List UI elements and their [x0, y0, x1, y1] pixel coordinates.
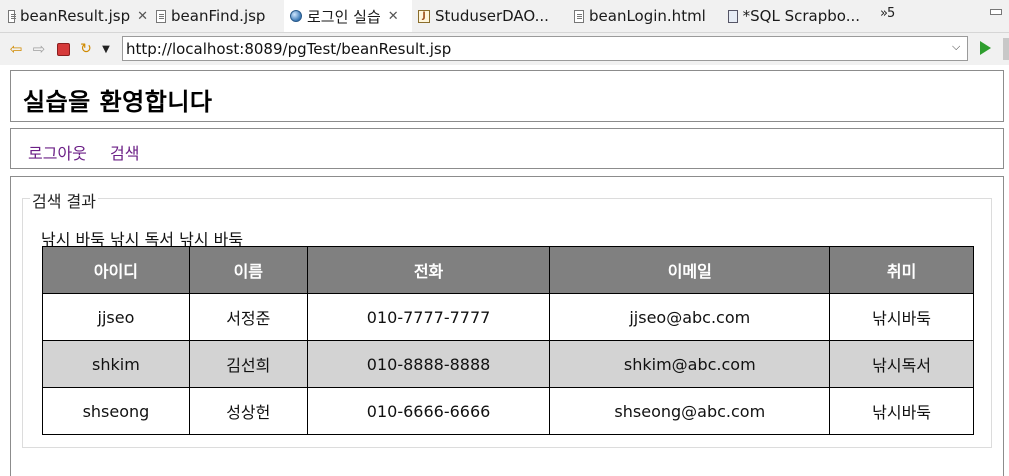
- jsp-file-icon: [156, 9, 166, 23]
- cell-phone: 010-7777-7777: [306, 293, 551, 341]
- tab-beanfind-jsp[interactable]: beanFind.jsp: [156, 0, 278, 32]
- cell-name: 서정준: [188, 293, 308, 341]
- cell-hobby: 낚시독서: [829, 340, 974, 388]
- column-header-email: 이메일: [549, 246, 831, 294]
- sql-scrapbook-icon: [728, 9, 738, 23]
- tab-studuserdao[interactable]: J StuduserDAO...: [418, 0, 558, 32]
- chevron-down-icon[interactable]: ▼: [97, 39, 115, 59]
- cell-id: shseong: [42, 387, 190, 435]
- page-menu: 로그아웃 검색: [10, 128, 1004, 169]
- column-header-phone: 전화: [306, 246, 551, 294]
- browser-toolbar: ⇦ ⇨ ↻ ▼ ⌵: [0, 33, 1009, 65]
- refresh-icon[interactable]: ↻: [77, 39, 95, 59]
- member-table: 아이디 이름 전화 이메일 취미 jjseo 서정준 010-7777-7777…: [42, 246, 974, 435]
- table-row: shkim 김선희 010-8888-8888 shkim@abc.com 낚시…: [42, 340, 974, 388]
- java-file-icon: J: [418, 9, 430, 23]
- close-icon[interactable]: ✕: [388, 9, 399, 24]
- scrollbar[interactable]: [1003, 38, 1009, 60]
- fieldset-legend: 검색 결과: [30, 188, 98, 212]
- column-header-name: 이름: [188, 246, 308, 294]
- cell-hobby: 낚시바둑: [829, 293, 974, 341]
- column-header-hobby: 취미: [829, 246, 974, 294]
- editor-tab-strip: beanResult.jsp ✕ beanFind.jsp 로그인 실습 ✕ J…: [0, 0, 1009, 33]
- cell-hobby: 낚시바둑: [829, 387, 974, 435]
- cell-email: jjseo@abc.com: [549, 293, 831, 341]
- url-input[interactable]: [122, 36, 968, 61]
- tab-label: 로그인 실습: [307, 7, 381, 26]
- cell-email: shkim@abc.com: [549, 340, 831, 388]
- minimize-button[interactable]: [990, 9, 1002, 15]
- column-header-id: 아이디: [42, 246, 190, 294]
- logout-link[interactable]: 로그아웃: [28, 140, 87, 164]
- globe-icon: [290, 10, 302, 22]
- cell-phone: 010-8888-8888: [306, 340, 551, 388]
- table-row: shseong 성상헌 010-6666-6666 shseong@abc.co…: [42, 387, 974, 435]
- url-history-dropdown[interactable]: ⌵: [952, 40, 960, 54]
- search-link[interactable]: 검색: [110, 140, 139, 164]
- html-file-icon: [574, 9, 584, 23]
- tab-label: beanResult.jsp: [20, 7, 131, 25]
- cell-id: jjseo: [42, 293, 190, 341]
- page-title: 실습을 환영합니다: [23, 88, 213, 116]
- go-icon[interactable]: [980, 41, 991, 55]
- tab-overflow-button[interactable]: »5: [880, 6, 895, 21]
- tab-beanlogin-html[interactable]: beanLogin.html: [574, 0, 720, 32]
- cell-id: shkim: [42, 340, 190, 388]
- back-arrow-icon[interactable]: ⇦: [7, 39, 25, 59]
- cell-name: 김선희: [188, 340, 308, 388]
- tab-beanresult-jsp[interactable]: beanResult.jsp ✕: [8, 0, 148, 32]
- close-icon[interactable]: ✕: [137, 9, 148, 24]
- cell-phone: 010-6666-6666: [306, 387, 551, 435]
- page-header: 실습을 환영합니다: [10, 70, 1004, 122]
- tab-label: beanFind.jsp: [171, 7, 266, 25]
- tab-label: StuduserDAO...: [435, 7, 549, 25]
- table-header-row: 아이디 이름 전화 이메일 취미: [42, 246, 974, 294]
- tab-sql-scrapbook[interactable]: *SQL Scrapbo...: [728, 0, 860, 32]
- stop-icon[interactable]: [54, 39, 72, 59]
- forward-arrow-icon[interactable]: ⇨: [30, 39, 48, 59]
- tab-login-practice[interactable]: 로그인 실습 ✕: [284, 0, 412, 32]
- cell-name: 성상헌: [188, 387, 308, 435]
- tab-label: beanLogin.html: [589, 7, 706, 25]
- cell-email: shseong@abc.com: [549, 387, 831, 435]
- jsp-file-icon: [8, 9, 17, 23]
- table-row: jjseo 서정준 010-7777-7777 jjseo@abc.com 낚시…: [42, 293, 974, 341]
- tab-label: *SQL Scrapbo...: [742, 7, 860, 25]
